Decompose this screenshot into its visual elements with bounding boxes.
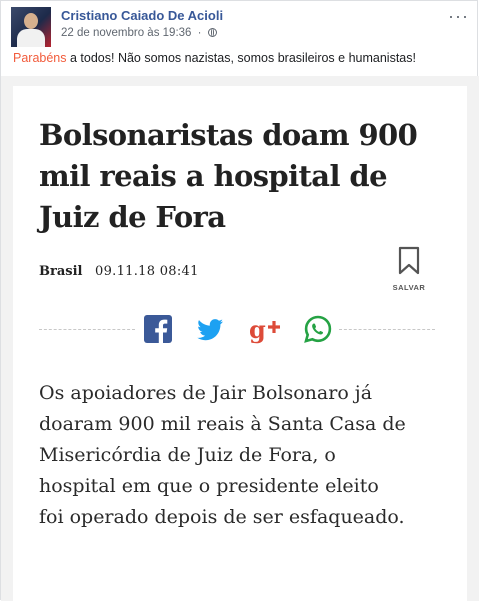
- shared-image[interactable]: Bolsonaristas doam 900 mil reais a hospi…: [1, 76, 479, 606]
- divider-right: [339, 329, 435, 330]
- save-label: SALVAR: [392, 283, 426, 292]
- article-body-line: Misericórdia de Juiz de Fora, o: [39, 444, 336, 466]
- whatsapp-icon[interactable]: [303, 314, 333, 344]
- google-plus-icon[interactable]: g: [249, 314, 280, 344]
- article-date: 09.11.18 08:41: [95, 264, 199, 279]
- more-horizontal-icon[interactable]: ···: [448, 7, 469, 25]
- post-text-rest: a todos! Não somos nazistas, somos brasi…: [66, 51, 416, 65]
- post-text-highlight[interactable]: Parabéns: [13, 51, 67, 65]
- facebook-icon[interactable]: [143, 314, 173, 344]
- avatar[interactable]: [11, 7, 51, 47]
- save-button[interactable]: SALVAR: [389, 246, 429, 296]
- article-body-line: Os apoiadores de Jair Bolsonaro já: [39, 382, 373, 404]
- article-headline: Bolsonaristas doam 900 mil reais a hospi…: [39, 118, 418, 234]
- article-body-line: foi operado depois de ser esfaqueado.: [39, 506, 405, 528]
- avatar-body: [17, 29, 45, 47]
- globe-icon[interactable]: [207, 28, 217, 37]
- svg-text:g: g: [249, 315, 266, 344]
- post-meta: 22 de novembro às 19:36 ·: [61, 27, 217, 39]
- article-body-line: hospital em que o presidente eleito: [39, 475, 379, 497]
- share-bar: g: [143, 314, 333, 348]
- twitter-icon[interactable]: [195, 314, 225, 344]
- post-date[interactable]: 22 de novembro às 19:36: [61, 27, 191, 39]
- post-text: Parabéns a todos! Não somos nazistas, so…: [13, 51, 416, 65]
- article-body-line: doaram 900 mil reais à Santa Casa de: [39, 413, 406, 435]
- bookmark-icon: [398, 246, 420, 275]
- article-body: Os apoiadores de Jair Bolsonaro já doara…: [39, 378, 459, 533]
- post-header: Cristiano Caiado De Acioli 22 de novembr…: [11, 5, 471, 47]
- article-screenshot: Bolsonaristas doam 900 mil reais a hospi…: [13, 86, 467, 606]
- author-name[interactable]: Cristiano Caiado De Acioli: [61, 8, 223, 23]
- meta-separator: ·: [197, 27, 202, 39]
- avatar-head: [24, 13, 38, 29]
- divider-left: [39, 329, 135, 330]
- facebook-post: Cristiano Caiado De Acioli 22 de novembr…: [0, 0, 479, 606]
- article-section: Brasil: [39, 264, 83, 279]
